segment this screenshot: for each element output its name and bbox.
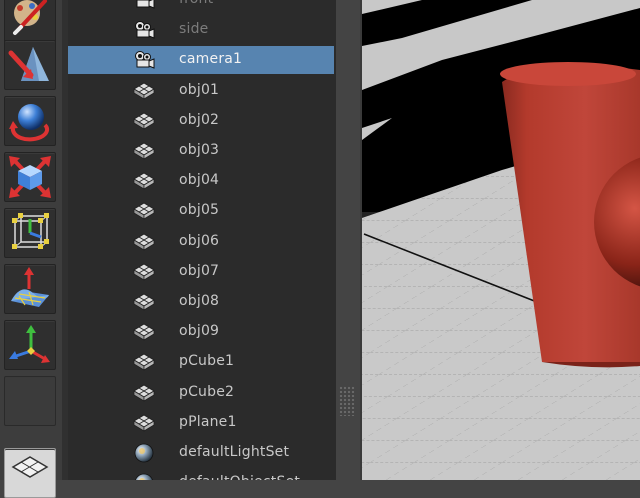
poly-plane-tool-button[interactable] xyxy=(4,448,56,498)
mesh-icon xyxy=(132,261,156,283)
move-axis-tool-button[interactable] xyxy=(4,320,56,370)
outliner-item-pCube1[interactable]: pCube1 xyxy=(68,348,334,376)
outliner-item-obj01[interactable]: obj01 xyxy=(68,77,334,105)
outliner-item-label: obj06 xyxy=(179,233,220,249)
outliner-item-label: obj01 xyxy=(179,82,220,98)
outliner-item-label: defaultLightSet xyxy=(179,444,290,460)
mesh-icon xyxy=(132,140,156,162)
outliner-item-defaultObjectSet[interactable]: defaultObjectSet xyxy=(68,469,334,480)
outliner-item-obj03[interactable]: obj03 xyxy=(68,137,334,165)
camera-icon xyxy=(132,49,156,71)
mesh-icon xyxy=(132,231,156,253)
panel-splitter[interactable] xyxy=(336,0,362,480)
mesh-icon xyxy=(132,321,156,343)
outliner-item-label: obj09 xyxy=(179,323,220,339)
outliner-item-label: obj08 xyxy=(179,293,220,309)
sculpt-tool-icon xyxy=(11,267,49,307)
outliner-item-side[interactable]: side xyxy=(68,16,334,44)
outliner-item-obj09[interactable]: obj09 xyxy=(68,318,334,346)
outliner-item-label: pPlane1 xyxy=(179,414,237,430)
outliner-item-label: front xyxy=(179,0,213,7)
scale-icon xyxy=(9,156,51,198)
camera-icon xyxy=(132,19,156,41)
set-sphere-icon xyxy=(132,472,156,480)
outliner-item-obj08[interactable]: obj08 xyxy=(68,288,334,316)
splitter-grip-handle[interactable] xyxy=(339,386,355,416)
paint-brush-tool-button[interactable] xyxy=(4,0,56,44)
rotate-icon xyxy=(9,104,50,142)
mesh-icon xyxy=(132,412,156,434)
outliner-item-front[interactable]: front xyxy=(68,0,334,14)
outliner-item-label: pCube2 xyxy=(179,384,235,400)
outliner-item-label: obj03 xyxy=(179,142,220,158)
outliner-item-label: side xyxy=(179,21,209,37)
mesh-icon xyxy=(132,291,156,313)
poly-plane-icon xyxy=(11,456,49,478)
mesh-icon xyxy=(132,170,156,192)
outliner-item-camera1[interactable]: camera1 xyxy=(68,46,334,74)
outliner-item-label: obj07 xyxy=(179,263,220,279)
camera-icon xyxy=(132,0,156,11)
bounding-box-tool-button[interactable] xyxy=(4,208,56,258)
empty-shelf-slot[interactable] xyxy=(4,376,56,426)
outliner-item-obj05[interactable]: obj05 xyxy=(68,197,334,225)
outliner-item-pCube2[interactable]: pCube2 xyxy=(68,379,334,407)
mesh-icon xyxy=(132,351,156,373)
outliner-item-obj02[interactable]: obj02 xyxy=(68,107,334,135)
mesh-icon xyxy=(132,382,156,404)
mesh-icon xyxy=(132,110,156,132)
move-axis-icon xyxy=(9,325,50,363)
viewport-3d[interactable] xyxy=(362,0,640,480)
soft-modification-tool-button[interactable] xyxy=(4,40,56,90)
outliner-item-label: obj04 xyxy=(179,172,220,188)
rotate-tool-button[interactable] xyxy=(4,96,56,146)
outliner-item-label: pCube1 xyxy=(179,353,235,369)
outliner-item-label: defaultObjectSet xyxy=(179,474,300,480)
viewport-scene xyxy=(362,0,640,480)
paint-brush-icon xyxy=(13,0,47,35)
set-sphere-icon xyxy=(132,442,156,464)
outliner-item-obj06[interactable]: obj06 xyxy=(68,228,334,256)
outliner-item-obj07[interactable]: obj07 xyxy=(68,258,334,286)
outliner-item-label: camera1 xyxy=(179,51,243,67)
outliner-item-defaultLightSet[interactable]: defaultLightSet xyxy=(68,439,334,467)
outliner-item-label: obj02 xyxy=(179,112,220,128)
soft-modification-icon xyxy=(8,47,49,81)
outliner-item-pPlane1[interactable]: pPlane1 xyxy=(68,409,334,437)
outliner-panel: front side camera1 obj01 obj02 obj03 obj04 obj0… xyxy=(68,0,336,480)
outliner-item-label: obj05 xyxy=(179,202,220,218)
mesh-icon xyxy=(132,80,156,102)
mesh-icon xyxy=(132,200,156,222)
sculpt-tool-button[interactable] xyxy=(4,264,56,314)
tool-shelf xyxy=(0,0,62,498)
bounding-box-icon xyxy=(12,213,49,249)
outliner-item-obj04[interactable]: obj04 xyxy=(68,167,334,195)
scale-tool-button[interactable] xyxy=(4,152,56,202)
